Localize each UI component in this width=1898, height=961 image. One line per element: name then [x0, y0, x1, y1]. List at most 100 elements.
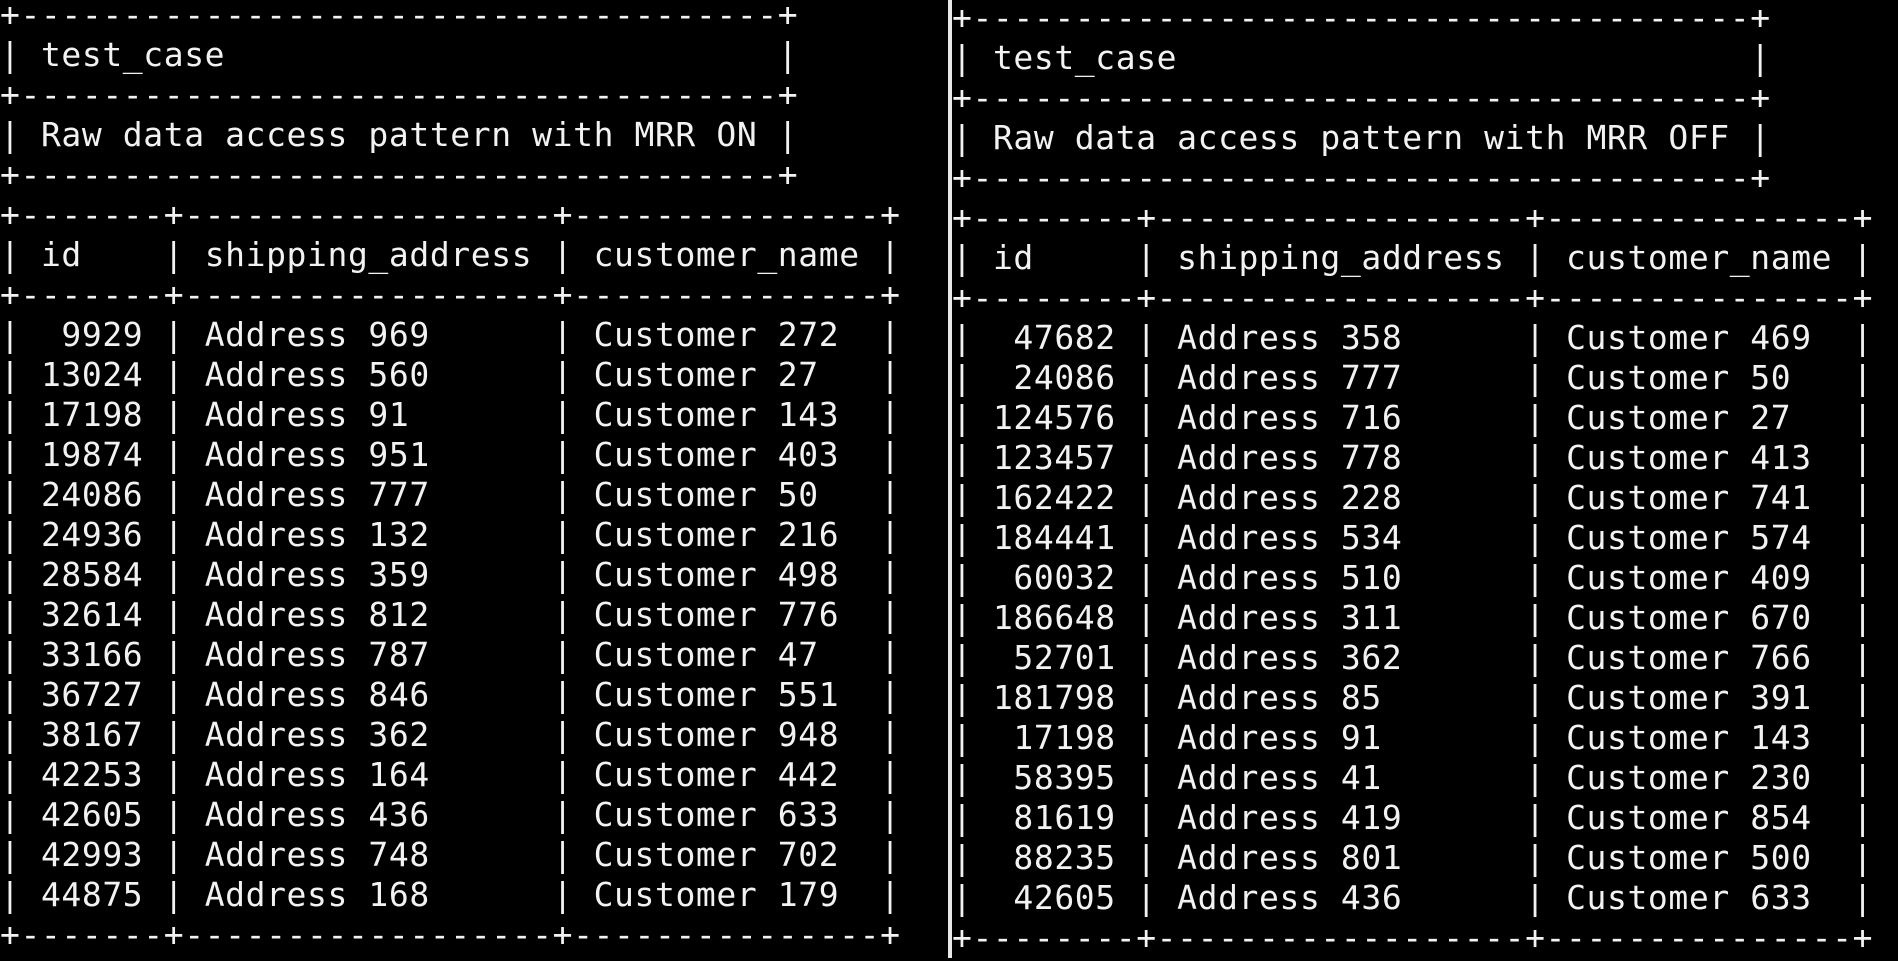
id-cell: 28584 [40, 555, 144, 594]
header-row: | id | shipping_address | customer_name … [952, 238, 1874, 277]
table-row: | 17198 | Address 91 | Customer 143 | [952, 718, 1874, 757]
shipping-address-cell: Address 41 [1177, 758, 1382, 797]
shipping-address-cell: Address 436 [204, 795, 430, 834]
shipping-address-cell: Address 777 [204, 475, 430, 514]
table-row: | 19874 | Address 951 | Customer 403 | [0, 435, 901, 474]
table-row: | 124576 | Address 716 | Customer 27 | [952, 398, 1874, 437]
table-row: | 42605 | Address 436 | Customer 633 | [0, 795, 901, 834]
table-row: | 47682 | Address 358 | Customer 469 | [952, 318, 1874, 357]
customer-name-cell: Customer 442 [593, 755, 840, 794]
table-border: +-------------------------------------+ [0, 75, 799, 114]
customer-name-cell: Customer 766 [1566, 638, 1812, 677]
shipping-address-cell: Address 777 [1177, 358, 1403, 397]
customer-name-cell: Customer 854 [1566, 798, 1812, 837]
shipping-address-cell: Address 358 [1177, 318, 1403, 357]
table-border: +-------+------------------+------------… [0, 195, 901, 234]
test-case-row: | Raw data access pattern with MRR ON | [0, 115, 799, 154]
table-border: +--------+------------------+-----------… [952, 198, 1874, 237]
customer-name-cell: Customer 574 [1566, 518, 1812, 557]
table-border: +--------------------------------------+ [952, 158, 1771, 197]
shipping-address-cell: Address 362 [204, 715, 430, 754]
table-row: | 24086 | Address 777 | Customer 50 | [952, 358, 1874, 397]
table-row: | 184441 | Address 534 | Customer 574 | [952, 518, 1874, 557]
id-cell: 33166 [40, 635, 144, 674]
table-row: | 58395 | Address 41 | Customer 230 | [952, 758, 1874, 797]
shipping-address-cell: Address 787 [204, 635, 430, 674]
table-border: +-------------------------------------+ [0, 0, 799, 34]
customer-name-cell: Customer 500 [1566, 838, 1812, 877]
table-row: | 42993 | Address 748 | Customer 702 | [0, 835, 901, 874]
customer-name-cell: Customer 413 [1566, 438, 1812, 477]
header-row: | test_case | [0, 35, 799, 74]
id-cell: 124576 [992, 398, 1116, 437]
id-cell: 42605 [40, 795, 144, 834]
shipping-address-cell: Address 91 [204, 395, 410, 434]
column-header-customer-name: customer_name [593, 235, 860, 274]
column-header-shipping-address: shipping_address [204, 235, 533, 274]
customer-name-cell: Customer 143 [593, 395, 840, 434]
shipping-address-cell: Address 716 [1177, 398, 1403, 437]
id-cell: 38167 [40, 715, 144, 754]
shipping-address-cell: Address 164 [204, 755, 430, 794]
shipping-address-cell: Address 801 [1177, 838, 1403, 877]
table-row: | 28584 | Address 359 | Customer 498 | [0, 555, 901, 594]
shipping-address-cell: Address 362 [1177, 638, 1403, 677]
table-border: +--------+------------------+-----------… [952, 278, 1874, 317]
shipping-address-cell: Address 91 [1177, 718, 1382, 757]
id-cell: 184441 [992, 518, 1116, 557]
customer-name-cell: Customer 27 [1566, 398, 1792, 437]
customer-name-cell: Customer 272 [593, 315, 840, 354]
id-cell: 88235 [1013, 838, 1116, 877]
table-row: | 186648 | Address 311 | Customer 670 | [952, 598, 1874, 637]
customer-name-cell: Customer 633 [1566, 878, 1812, 917]
customer-name-cell: Customer 633 [593, 795, 840, 834]
shipping-address-cell: Address 510 [1177, 558, 1403, 597]
id-cell: 32614 [40, 595, 144, 634]
customer-name-cell: Customer 230 [1566, 758, 1812, 797]
id-cell: 181798 [992, 678, 1116, 717]
id-cell: 24936 [40, 515, 144, 554]
table-row: | 81619 | Address 419 | Customer 854 | [952, 798, 1874, 837]
column-header-id: id [992, 238, 1034, 277]
id-cell: 60032 [1013, 558, 1116, 597]
id-cell: 19874 [40, 435, 144, 474]
table-row: | 38167 | Address 362 | Customer 948 | [0, 715, 901, 754]
column-header-test-case: test_case [992, 38, 1178, 77]
id-cell: 47682 [1013, 318, 1116, 357]
id-cell: 81619 [1013, 798, 1116, 837]
id-cell: 52701 [1013, 638, 1116, 677]
customer-name-cell: Customer 27 [593, 355, 819, 394]
customer-name-cell: Customer 702 [593, 835, 840, 874]
customer-name-cell: Customer 741 [1566, 478, 1812, 517]
customer-name-cell: Customer 391 [1566, 678, 1812, 717]
customer-name-cell: Customer 498 [593, 555, 840, 594]
table-row: | 52701 | Address 362 | Customer 766 | [952, 638, 1874, 677]
table-row: | 44875 | Address 168 | Customer 179 | [0, 875, 901, 914]
id-cell: 17198 [40, 395, 144, 434]
table-border: +-------+------------------+------------… [0, 915, 901, 954]
shipping-address-cell: Address 560 [204, 355, 430, 394]
customer-name-cell: Customer 50 [1566, 358, 1792, 397]
shipping-address-cell: Address 419 [1177, 798, 1403, 837]
customer-name-cell: Customer 50 [593, 475, 819, 514]
column-header-id: id [40, 235, 82, 274]
id-cell: 24086 [40, 475, 144, 514]
id-cell: 17198 [1013, 718, 1116, 757]
id-cell: 42993 [40, 835, 144, 874]
table-border: +--------------------------------------+ [952, 0, 1771, 37]
table-border: +--------------------------------------+ [952, 78, 1771, 117]
customer-name-cell: Customer 948 [593, 715, 840, 754]
test-case-row: | Raw data access pattern with MRR OFF | [952, 118, 1771, 157]
table-row: | 88235 | Address 801 | Customer 500 | [952, 838, 1874, 877]
shipping-address-cell: Address 436 [1177, 878, 1403, 917]
table-row: | 60032 | Address 510 | Customer 409 | [952, 558, 1874, 597]
table-row: | 24936 | Address 132 | Customer 216 | [0, 515, 901, 554]
id-cell: 42605 [1013, 878, 1116, 917]
shipping-address-cell: Address 812 [204, 595, 430, 634]
id-cell: 162422 [992, 478, 1116, 517]
table-border: +--------+------------------+-----------… [952, 918, 1874, 957]
shipping-address-cell: Address 748 [204, 835, 430, 874]
column-header-shipping-address: shipping_address [1177, 238, 1505, 277]
shipping-address-cell: Address 228 [1177, 478, 1403, 517]
table-row: | 42605 | Address 436 | Customer 633 | [952, 878, 1874, 917]
